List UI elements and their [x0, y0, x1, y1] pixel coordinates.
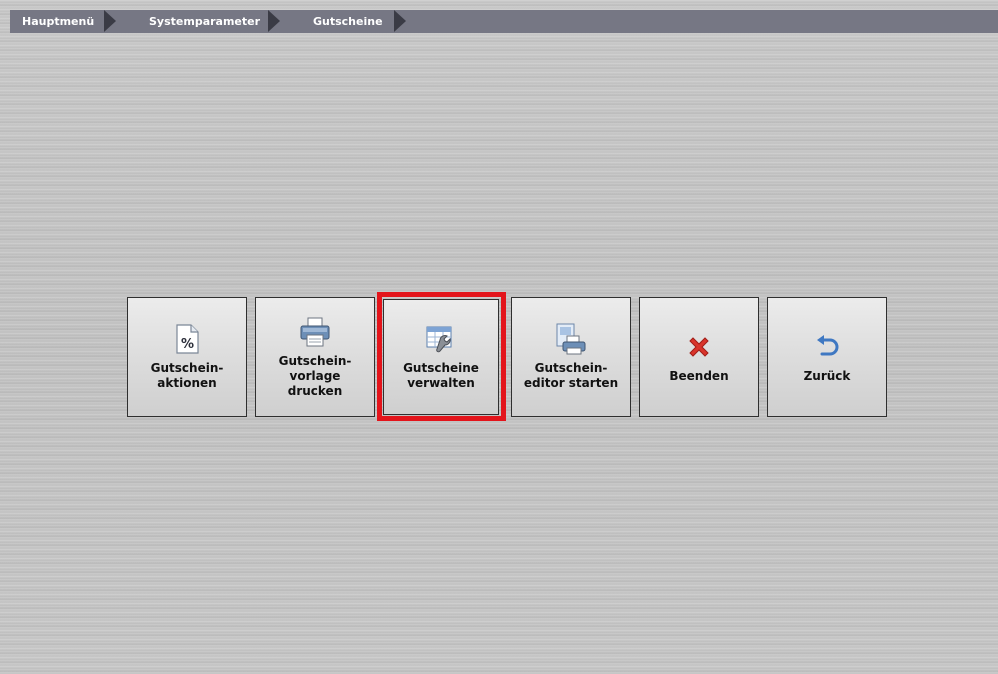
gutscheine-verwalten-button[interactable]: Gutscheine verwalten: [383, 299, 499, 415]
breadcrumb-separator-icon: [394, 10, 406, 32]
breadcrumb-label: Hauptmenü: [22, 15, 95, 28]
breadcrumb-label: Systemparameter: [149, 15, 261, 28]
gutschein-aktionen-button[interactable]: % Gutschein- aktionen: [127, 297, 247, 417]
zurueck-button[interactable]: Zurück: [767, 297, 887, 417]
breadcrumb-separator-icon: [104, 10, 116, 32]
button-label: Gutschein- vorlage drucken: [278, 353, 352, 398]
button-label: Gutschein- editor starten: [523, 361, 619, 390]
breadcrumb-item-systemparameter[interactable]: Systemparameter: [104, 10, 280, 33]
button-label: Gutschein- aktionen: [150, 361, 224, 390]
button-label: Zurück: [803, 368, 851, 383]
button-label: Gutscheine verwalten: [403, 361, 479, 390]
breadcrumb-item-hauptmenue[interactable]: Hauptmenü: [10, 10, 116, 33]
undo-arrow-icon: [811, 331, 843, 363]
close-icon: [683, 331, 715, 363]
document-printer-icon: [555, 323, 587, 355]
breadcrumb: Hauptmenü Systemparameter Gutscheine: [10, 10, 998, 33]
breadcrumb-item-gutscheine[interactable]: Gutscheine: [268, 10, 406, 33]
printer-icon: [299, 316, 331, 348]
breadcrumb-label: Gutscheine: [313, 15, 383, 28]
svg-text:%: %: [181, 337, 194, 352]
breadcrumb-separator-icon: [268, 10, 280, 32]
gutschein-editor-starten-button[interactable]: Gutschein- editor starten: [511, 297, 631, 417]
gutschein-vorlage-drucken-button[interactable]: Gutschein- vorlage drucken: [255, 297, 375, 417]
table-wrench-icon: [425, 323, 457, 355]
beenden-button[interactable]: Beenden: [639, 297, 759, 417]
percent-document-icon: %: [171, 323, 203, 355]
button-label: Beenden: [669, 368, 729, 383]
